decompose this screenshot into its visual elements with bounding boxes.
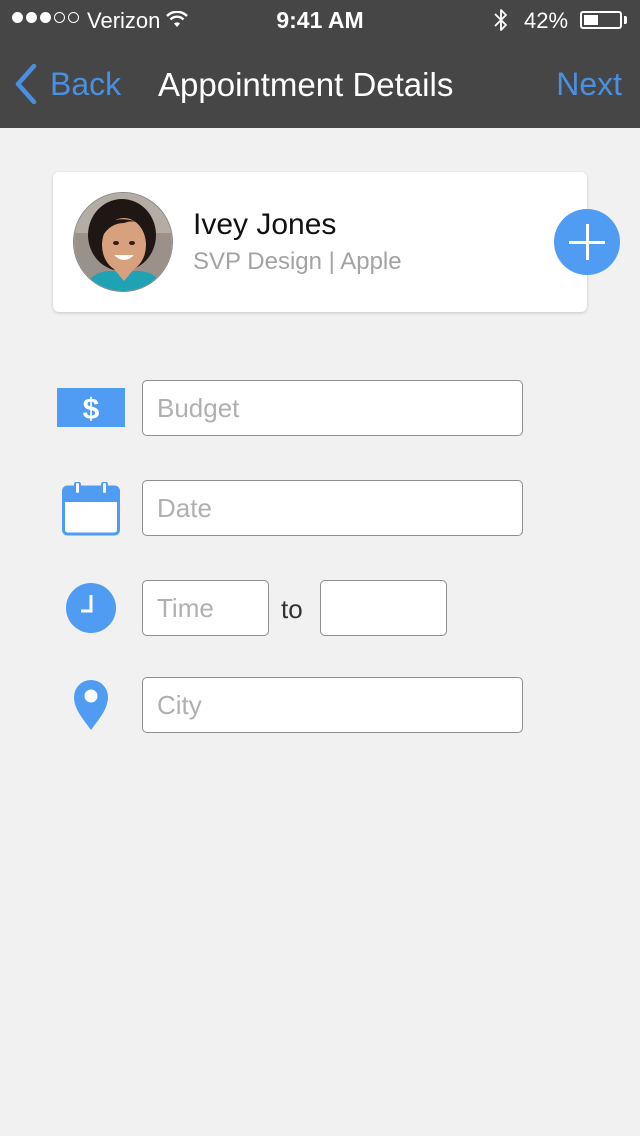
back-label: Back [50, 65, 122, 102]
city-input[interactable] [142, 677, 523, 733]
chevron-left-icon [15, 64, 37, 104]
bluetooth-icon [492, 7, 510, 39]
add-button[interactable] [554, 209, 620, 275]
battery-fill [584, 15, 598, 25]
svg-text:$: $ [83, 393, 100, 426]
budget-input[interactable] [142, 380, 523, 436]
contact-name: Ivey Jones [193, 208, 337, 241]
avatar [73, 192, 173, 292]
location-pin-icon [73, 679, 109, 736]
top-bar: Verizon 9:41 AM 42% Back Appointment Det… [0, 0, 640, 128]
time-range-separator: to [281, 594, 303, 624]
time-start-input[interactable] [142, 580, 269, 636]
contact-card: Ivey Jones SVP Design | Apple [53, 172, 587, 312]
date-input[interactable] [142, 480, 523, 536]
next-button[interactable]: Next [556, 66, 622, 103]
navigation-bar: Back Appointment Details Next [0, 40, 640, 128]
battery-percent: 42% [524, 8, 569, 33]
back-button[interactable]: Back [14, 60, 121, 108]
battery-nub [624, 16, 627, 24]
contact-subtitle: SVP Design | Apple [193, 248, 402, 275]
status-bar: Verizon 9:41 AM 42% [0, 0, 640, 40]
clock-icon [66, 583, 116, 638]
calendar-icon [62, 481, 120, 541]
page-title: Appointment Details [158, 66, 454, 103]
dollar-icon: $ [57, 388, 125, 432]
battery-icon [580, 11, 622, 29]
time-end-input[interactable] [320, 580, 447, 636]
